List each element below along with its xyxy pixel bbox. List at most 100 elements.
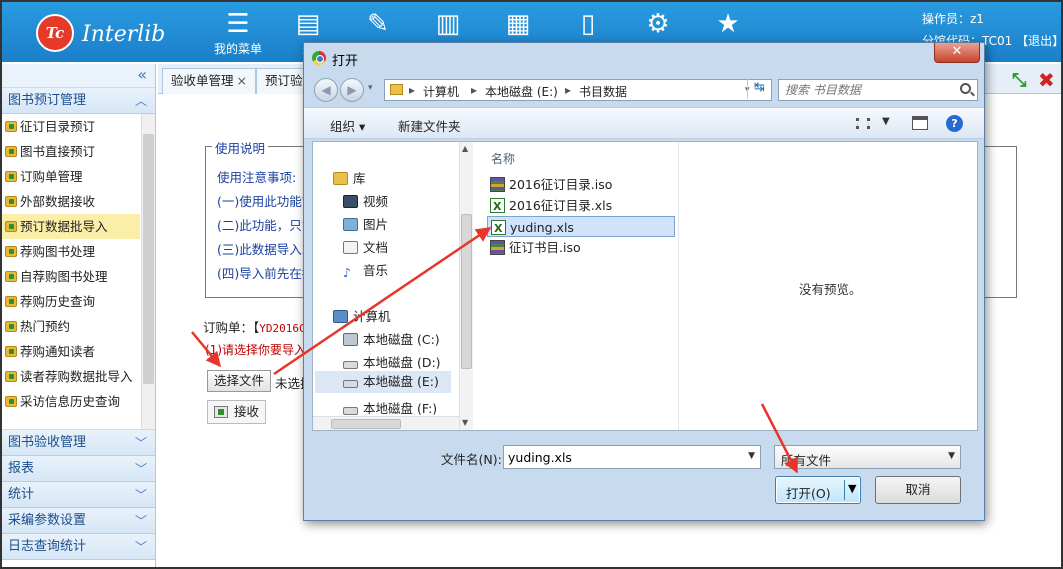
sidebar-scrollbar[interactable]: [141, 114, 155, 429]
drive-icon: [343, 361, 358, 369]
sidebar-section[interactable]: 报表 ﹀: [2, 456, 155, 482]
chevron-down-icon[interactable]: ▼: [748, 451, 755, 461]
sidebar-item[interactable]: 自荐购图书处理: [2, 264, 140, 289]
view-dropdown-icon[interactable]: ▼: [882, 116, 890, 127]
sidebar-section-book-preorder[interactable]: 图书预订管理 ︿: [2, 88, 155, 114]
menu-item-icon: [5, 196, 17, 207]
help-icon[interactable]: ?: [946, 115, 963, 132]
history-dropdown-icon[interactable]: ▾: [368, 83, 373, 93]
open-dropdown-icon[interactable]: ▼: [848, 482, 856, 495]
path-crumb-drive[interactable]: 本地磁盘 (E:): [485, 83, 558, 100]
forward-button[interactable]: ▶: [340, 78, 364, 102]
path-separator: ▸: [409, 83, 416, 97]
fullscreen-icon[interactable]: ⤡: [1012, 70, 1026, 91]
nav-item-label: 库: [353, 171, 366, 186]
close-icon[interactable]: ×: [237, 73, 247, 88]
sidebar-section[interactable]: 日志查询统计 ﹀: [2, 534, 155, 560]
choose-file-button[interactable]: 选择文件: [207, 370, 272, 392]
filename-input[interactable]: [508, 449, 738, 465]
path-box[interactable]: ▸ 计算机 ▸ 本地磁盘 (E:) ▸ 书目数据 ▾: [384, 79, 772, 101]
sidebar-item[interactable]: 预订数据批导入: [2, 214, 140, 239]
nav-item-label: 文档: [363, 240, 389, 255]
tab-acceptance-order[interactable]: 验收单管理 ×: [162, 68, 256, 94]
receive-button[interactable]: 接收: [207, 400, 267, 424]
sidebar-item-label: 采访信息历史查询: [20, 394, 121, 409]
search-icon[interactable]: [960, 83, 971, 94]
nav-item[interactable]: 本地磁盘 (D:): [343, 352, 441, 371]
sidebar-item[interactable]: 荐购通知读者: [2, 339, 140, 364]
path-crumb-folder[interactable]: 书目数据: [579, 83, 627, 100]
order-label-text: 订购单：【: [203, 320, 260, 335]
nav-item[interactable]: ♪ 音乐: [343, 260, 388, 280]
menu-item-icon: [5, 121, 17, 132]
sidebar-item-label: 外部数据接收: [20, 194, 96, 209]
address-bar: ◀ ▶ ▾ ▸ 计算机 ▸ 本地磁盘 (E:) ▸ 书目数据 ▾ ↹: [312, 77, 978, 103]
search-box[interactable]: [778, 79, 978, 101]
file-row[interactable]: 征订书目.iso: [487, 237, 675, 258]
dialog-close-button[interactable]: ✕: [934, 43, 980, 63]
nav-scrollbar[interactable]: ▲ ▼: [459, 142, 473, 430]
column-header-name[interactable]: 名称: [491, 150, 515, 167]
nav-item[interactable]: 库: [333, 168, 366, 187]
open-label: 打开(O): [786, 486, 831, 501]
sidebar-item[interactable]: 热门预约: [2, 314, 140, 339]
sidebar-item[interactable]: 荐购历史查询: [2, 289, 140, 314]
chevron-down-icon: ▼: [948, 451, 955, 461]
file-row[interactable]: yuding.xls: [487, 216, 675, 239]
path-crumb-computer[interactable]: 计算机: [423, 83, 459, 100]
back-button[interactable]: ◀: [314, 78, 338, 102]
nav-item[interactable]: 本地磁盘 (E:): [315, 371, 451, 393]
search-input[interactable]: [785, 82, 945, 98]
import-hint: (1)请选择你要导入: [205, 343, 306, 357]
nav-item[interactable]: 计算机: [333, 306, 391, 325]
sidebar-collapse-icon[interactable]: «: [2, 64, 155, 88]
sidebar-item[interactable]: 外部数据接收: [2, 189, 140, 214]
sidebar-item[interactable]: 图书直接预订: [2, 139, 140, 164]
filetype-select[interactable]: 所有文件 ▼: [774, 445, 961, 469]
excel-file-icon: [490, 196, 505, 217]
preview-pane: 没有预览。: [679, 142, 977, 430]
sidebar-item[interactable]: 订购单管理: [2, 164, 140, 189]
receive-icon: [214, 406, 228, 418]
view-mode-icon[interactable]: [856, 118, 870, 129]
section-label: 图书预订管理: [8, 93, 87, 108]
sidebar-section[interactable]: 统计 ﹀: [2, 482, 155, 508]
nav-label: 我的菜单: [214, 42, 263, 56]
sidebar-item[interactable]: 荐购图书处理: [2, 239, 140, 264]
file-row[interactable]: 2016征订目录.iso: [487, 174, 675, 195]
dialog-title-bar[interactable]: 打开 ✕: [304, 43, 984, 73]
organize-button[interactable]: 组织 ▾: [330, 116, 365, 135]
sidebar-item[interactable]: 采访信息历史查询: [2, 389, 140, 414]
nav-item-label: 计算机: [353, 309, 391, 324]
nav-item[interactable]: 本地磁盘 (F:): [343, 398, 437, 417]
new-folder-button[interactable]: 新建文件夹: [398, 116, 461, 135]
file-list-pane: 名称 2016征订目录.iso 2016征订目录.xls yuding.xls 征订书…: [475, 142, 679, 430]
section-label: 采编参数设置: [8, 513, 87, 528]
filename-box[interactable]: ▼: [503, 445, 761, 469]
operator-line: 操作员：z1: [922, 12, 984, 26]
archive-file-icon: [490, 240, 505, 255]
sidebar-item[interactable]: 征订目录预订: [2, 114, 140, 139]
nav-my-menu[interactable]: ☰ 我的菜单: [214, 8, 262, 56]
nav-item[interactable]: 视频: [343, 191, 388, 210]
sidebar-section[interactable]: 图书验收管理 ﹀: [2, 430, 155, 456]
preview-pane-icon[interactable]: [912, 116, 928, 130]
sidebar-item[interactable]: 读者荐购数据批导入: [2, 364, 140, 389]
nav-hscrollbar[interactable]: [313, 416, 459, 430]
sidebar-item-label: 热门预约: [20, 319, 71, 334]
usage-line: (四)导入前先在指: [217, 266, 315, 281]
close-all-icon[interactable]: ✖: [1038, 68, 1055, 92]
sidebar-section[interactable]: 采编参数设置 ﹀: [2, 508, 155, 534]
video-icon: [343, 195, 358, 208]
nav-item[interactable]: 本地磁盘 (C:): [343, 329, 440, 348]
menu-item-icon: [5, 296, 17, 307]
path-separator: ▸: [471, 83, 478, 97]
cancel-button[interactable]: 取消: [875, 476, 961, 504]
open-button[interactable]: 打开(O) ▼: [775, 476, 861, 504]
nav-item[interactable]: 图片: [343, 214, 388, 233]
nav-item[interactable]: 文档: [343, 237, 388, 256]
file-row[interactable]: 2016征订目录.xls: [487, 195, 675, 217]
sidebar-item-label: 荐购历史查询: [20, 294, 96, 309]
dialog-body: 库视频图片文档 ♪ 音乐计算机本地磁盘 (C:) 本地磁盘 (D:) 本地磁盘 (E:)…: [312, 141, 978, 431]
refresh-icon[interactable]: ↹: [747, 79, 771, 99]
